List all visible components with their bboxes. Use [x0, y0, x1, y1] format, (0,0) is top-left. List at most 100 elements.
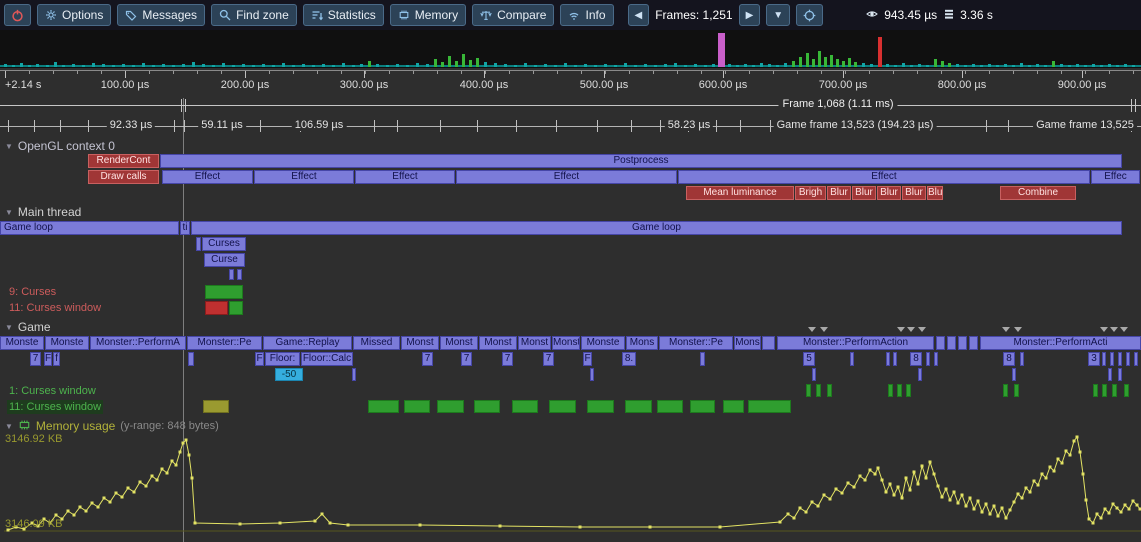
zone-bar[interactable]: Blur	[902, 186, 926, 200]
zone-bar[interactable]: F	[583, 352, 592, 366]
zone-bar[interactable]: Monst	[479, 336, 517, 350]
zone-mark[interactable]	[625, 400, 652, 413]
zone-mark[interactable]	[918, 368, 922, 381]
zone-bar[interactable]: Blur	[852, 186, 876, 200]
zone-bar[interactable]: F	[44, 352, 52, 366]
zone-mark[interactable]	[827, 384, 832, 397]
zone-mark[interactable]	[806, 384, 811, 397]
collapsed-zone-marker-icon[interactable]	[1120, 327, 1128, 332]
zone-mark[interactable]	[657, 400, 683, 413]
zone-bar[interactable]: Effect	[355, 170, 455, 184]
zone-mark[interactable]	[205, 301, 228, 315]
zone-mark[interactable]	[237, 269, 242, 280]
zone-mark[interactable]	[474, 400, 500, 413]
zone-mark[interactable]	[723, 400, 744, 413]
zone-bar[interactable]: ti	[180, 221, 190, 235]
thread-label[interactable]: 11: Curses window	[7, 301, 103, 315]
zone-mark[interactable]	[352, 368, 356, 381]
zone-bar[interactable]: Monster::Pe	[659, 336, 733, 350]
zone-bar[interactable]: Mons	[734, 336, 761, 350]
zone-mark[interactable]	[512, 400, 538, 413]
zone-bar[interactable]: RenderCont	[88, 154, 159, 168]
zone-bar[interactable]: Monste	[0, 336, 44, 350]
zone-bar[interactable]: f	[53, 352, 60, 366]
zone-bar[interactable]: 7	[461, 352, 472, 366]
zone-mark[interactable]	[1134, 352, 1138, 366]
thread-label[interactable]: 9: Curses	[7, 285, 58, 299]
zone-mark[interactable]	[897, 384, 902, 397]
zone-mark[interactable]	[188, 352, 194, 366]
collapsed-zone-marker-icon[interactable]	[1110, 327, 1118, 332]
zone-bar[interactable]: -50	[275, 368, 303, 381]
zone-bar[interactable]: Blur	[827, 186, 851, 200]
zone-bar[interactable]: Monst	[401, 336, 439, 350]
zone-bar[interactable]: Effec	[1091, 170, 1140, 184]
zone-mark[interactable]	[812, 368, 816, 381]
zone-bar[interactable]: Combine	[1000, 186, 1076, 200]
zone-mark[interactable]	[926, 352, 930, 366]
zone-bar[interactable]: Game loop	[0, 221, 179, 235]
zone-bar[interactable]: 7	[543, 352, 554, 366]
zone-bar[interactable]: Missed	[353, 336, 400, 350]
zone-mark[interactable]	[690, 400, 715, 413]
zone-bar[interactable]: 3	[1088, 352, 1100, 366]
zone-bar[interactable]: 5	[803, 352, 815, 366]
collapsed-zone-marker-icon[interactable]	[918, 327, 926, 332]
zone-mark[interactable]	[934, 352, 938, 366]
zone-bar[interactable]: Monste	[581, 336, 625, 350]
zone-mark[interactable]	[1014, 384, 1019, 397]
zone-mark[interactable]	[700, 352, 705, 366]
zone-bar[interactable]: Mean luminance	[686, 186, 794, 200]
zone-bar[interactable]: Game loop	[191, 221, 1122, 235]
zone-mark[interactable]	[888, 384, 893, 397]
zone-mark[interactable]	[1003, 384, 1008, 397]
section-header-main-thread[interactable]: ▼ Main thread	[5, 205, 81, 219]
section-header-game[interactable]: ▼ Game	[5, 320, 51, 334]
zone-bar[interactable]: Monst	[518, 336, 551, 350]
zone-mark[interactable]	[205, 285, 243, 299]
zone-bar[interactable]: Floor:	[265, 352, 300, 366]
zone-mark[interactable]	[762, 336, 775, 350]
zone-bar[interactable]: Monster::PerformActi	[980, 336, 1141, 350]
collapsed-zone-marker-icon[interactable]	[808, 327, 816, 332]
zone-bar[interactable]: 7	[422, 352, 433, 366]
zone-bar[interactable]: 8	[910, 352, 922, 366]
section-header-memory-usage[interactable]: ▼ Memory usage (y-range: 848 bytes)	[5, 419, 219, 433]
thread-label[interactable]: 11: Curses window	[7, 400, 103, 414]
zone-bar[interactable]: 8	[1003, 352, 1015, 366]
collapsed-zone-marker-icon[interactable]	[907, 327, 915, 332]
zone-mark[interactable]	[969, 336, 978, 350]
zone-mark[interactable]	[1124, 384, 1129, 397]
zone-mark[interactable]	[437, 400, 464, 413]
zone-mark[interactable]	[1102, 352, 1106, 366]
section-header-opengl[interactable]: ▼ OpenGL context 0	[5, 139, 115, 153]
zone-bar[interactable]: Monst	[552, 336, 580, 350]
zone-bar[interactable]: Blur	[877, 186, 901, 200]
zone-mark[interactable]	[947, 336, 956, 350]
zone-bar[interactable]: Monster::PerformAction	[777, 336, 934, 350]
zone-bar[interactable]: Monster::Pe	[187, 336, 262, 350]
zone-mark[interactable]	[1118, 352, 1122, 366]
zone-mark[interactable]	[1112, 384, 1117, 397]
collapsed-zone-marker-icon[interactable]	[1002, 327, 1010, 332]
zone-mark[interactable]	[1108, 368, 1112, 381]
zone-mark[interactable]	[549, 400, 576, 413]
zone-mark[interactable]	[590, 368, 594, 381]
zone-bar[interactable]: Monster::PerformA	[90, 336, 186, 350]
collapsed-zone-marker-icon[interactable]	[897, 327, 905, 332]
zone-mark[interactable]	[229, 269, 234, 280]
zone-mark[interactable]	[893, 352, 897, 366]
zone-mark[interactable]	[816, 384, 821, 397]
zone-mark[interactable]	[1118, 368, 1122, 381]
zone-mark[interactable]	[748, 400, 791, 413]
collapsed-zone-marker-icon[interactable]	[1014, 327, 1022, 332]
zone-mark[interactable]	[196, 237, 201, 251]
zone-mark[interactable]	[1093, 384, 1098, 397]
zone-mark[interactable]	[229, 301, 243, 315]
thread-label[interactable]: 1: Curses window	[7, 384, 98, 398]
zone-mark[interactable]	[368, 400, 399, 413]
zone-bar[interactable]: F	[255, 352, 264, 366]
zone-mark[interactable]	[850, 352, 854, 366]
zone-bar[interactable]: Effect	[162, 170, 253, 184]
collapsed-zone-marker-icon[interactable]	[1100, 327, 1108, 332]
